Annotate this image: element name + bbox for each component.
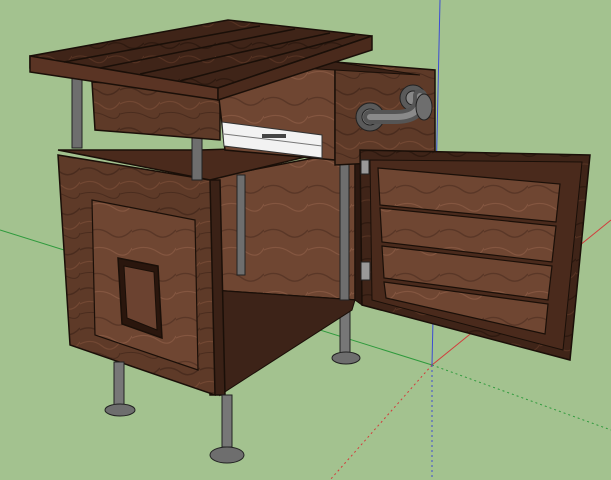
interior-pipe [236, 174, 246, 276]
cabinet-door[interactable] [359, 149, 591, 361]
cabinet-body [57, 144, 363, 397]
green-axis-dotted [431, 364, 611, 431]
hinge-bottom-icon [360, 261, 371, 281]
sketchup-viewport[interactable] [0, 0, 611, 480]
red-axis-dotted [329, 364, 433, 480]
hinge-top-icon [360, 159, 370, 175]
model-canvas [0, 0, 611, 480]
